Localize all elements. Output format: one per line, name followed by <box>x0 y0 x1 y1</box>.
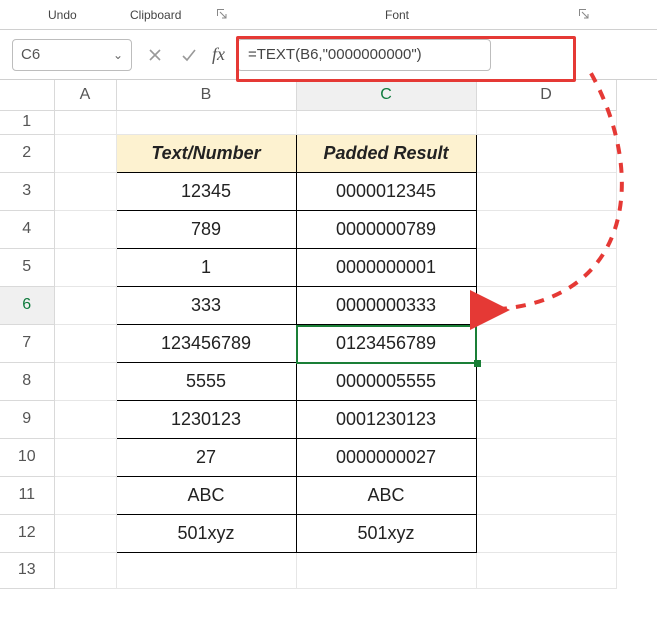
ribbon-group-labels: Undo Clipboard Font <box>0 0 657 30</box>
row-header-6[interactable]: 6 <box>0 286 54 324</box>
name-box-value: C6 <box>21 46 40 63</box>
cell-C4[interactable]: 0000000789 <box>296 210 476 248</box>
enter-formula-icon[interactable] <box>174 40 204 70</box>
formula-bar: C6 ⌄ fx =TEXT(B6,"0000000000") <box>0 30 657 80</box>
cell-C6[interactable]: 0000000333 <box>296 286 476 324</box>
cell-A10[interactable] <box>54 438 116 476</box>
select-all-corner[interactable] <box>0 80 54 110</box>
cell-C3[interactable]: 0000012345 <box>296 172 476 210</box>
cell-D8[interactable] <box>476 362 616 400</box>
cell-A7[interactable] <box>54 324 116 362</box>
col-header-D[interactable]: D <box>476 80 616 110</box>
cell-C9[interactable]: 0001230123 <box>296 400 476 438</box>
cell-B11[interactable]: ABC <box>116 476 296 514</box>
cell-B13[interactable] <box>116 552 296 588</box>
ribbon-label-font: Font <box>385 8 409 22</box>
cell-B3[interactable]: 12345 <box>116 172 296 210</box>
cell-B10[interactable]: 27 <box>116 438 296 476</box>
cell-D2[interactable] <box>476 134 616 172</box>
cell-A11[interactable] <box>54 476 116 514</box>
fill-handle[interactable] <box>474 360 481 367</box>
row-header-13[interactable]: 13 <box>0 552 54 588</box>
cell-C12[interactable]: 501xyz <box>296 514 476 552</box>
formula-text: =TEXT(B6,"0000000000") <box>248 46 422 63</box>
formula-input[interactable]: =TEXT(B6,"0000000000") <box>237 39 491 71</box>
cell-B5[interactable]: 1 <box>116 248 296 286</box>
col-header-C[interactable]: C <box>296 80 476 110</box>
clipboard-dialog-launcher-icon[interactable] <box>216 8 228 20</box>
worksheet-grid[interactable]: A B C D 1 2 Text/Number Padded Result 3 … <box>0 80 657 589</box>
cell-B2[interactable]: Text/Number <box>116 134 296 172</box>
cell-A4[interactable] <box>54 210 116 248</box>
row-header-9[interactable]: 9 <box>0 400 54 438</box>
row-header-3[interactable]: 3 <box>0 172 54 210</box>
cell-B1[interactable] <box>116 110 296 134</box>
row-header-2[interactable]: 2 <box>0 134 54 172</box>
cell-C5[interactable]: 0000000001 <box>296 248 476 286</box>
cell-A12[interactable] <box>54 514 116 552</box>
cell-C2[interactable]: Padded Result <box>296 134 476 172</box>
row-header-10[interactable]: 10 <box>0 438 54 476</box>
cell-C1[interactable] <box>296 110 476 134</box>
cell-B6[interactable]: 333 <box>116 286 296 324</box>
cell-D13[interactable] <box>476 552 616 588</box>
cell-D5[interactable] <box>476 248 616 286</box>
cell-B9[interactable]: 1230123 <box>116 400 296 438</box>
cell-D12[interactable] <box>476 514 616 552</box>
row-header-5[interactable]: 5 <box>0 248 54 286</box>
cell-A8[interactable] <box>54 362 116 400</box>
chevron-down-icon: ⌄ <box>113 48 123 62</box>
cell-A3[interactable] <box>54 172 116 210</box>
cell-C10[interactable]: 0000000027 <box>296 438 476 476</box>
cell-D11[interactable] <box>476 476 616 514</box>
cell-A13[interactable] <box>54 552 116 588</box>
cell-A9[interactable] <box>54 400 116 438</box>
formula-controls: fx <box>140 40 229 70</box>
col-header-A[interactable]: A <box>54 80 116 110</box>
row-header-7[interactable]: 7 <box>0 324 54 362</box>
row-header-4[interactable]: 4 <box>0 210 54 248</box>
cell-B7[interactable]: 123456789 <box>116 324 296 362</box>
cell-A1[interactable] <box>54 110 116 134</box>
font-dialog-launcher-icon[interactable] <box>578 8 590 20</box>
cell-A2[interactable] <box>54 134 116 172</box>
ribbon-label-undo: Undo <box>48 8 77 22</box>
fx-label[interactable]: fx <box>208 44 229 65</box>
cell-D6[interactable] <box>476 286 616 324</box>
row-header-11[interactable]: 11 <box>0 476 54 514</box>
cell-D7[interactable] <box>476 324 616 362</box>
row-header-1[interactable]: 1 <box>0 110 54 134</box>
cell-D4[interactable] <box>476 210 616 248</box>
row-header-12[interactable]: 12 <box>0 514 54 552</box>
cell-A6[interactable] <box>54 286 116 324</box>
cell-D9[interactable] <box>476 400 616 438</box>
cell-D1[interactable] <box>476 110 616 134</box>
cell-B12[interactable]: 501xyz <box>116 514 296 552</box>
ribbon-label-clipboard: Clipboard <box>130 8 181 22</box>
cell-B8[interactable]: 5555 <box>116 362 296 400</box>
cell-C13[interactable] <box>296 552 476 588</box>
cell-C7[interactable]: 0123456789 <box>296 324 476 362</box>
col-header-B[interactable]: B <box>116 80 296 110</box>
cell-D10[interactable] <box>476 438 616 476</box>
cell-C11[interactable]: ABC <box>296 476 476 514</box>
name-box[interactable]: C6 ⌄ <box>12 39 132 71</box>
cell-B4[interactable]: 789 <box>116 210 296 248</box>
row-header-8[interactable]: 8 <box>0 362 54 400</box>
cancel-formula-icon[interactable] <box>140 40 170 70</box>
cell-C8[interactable]: 0000005555 <box>296 362 476 400</box>
cell-D3[interactable] <box>476 172 616 210</box>
cell-A5[interactable] <box>54 248 116 286</box>
